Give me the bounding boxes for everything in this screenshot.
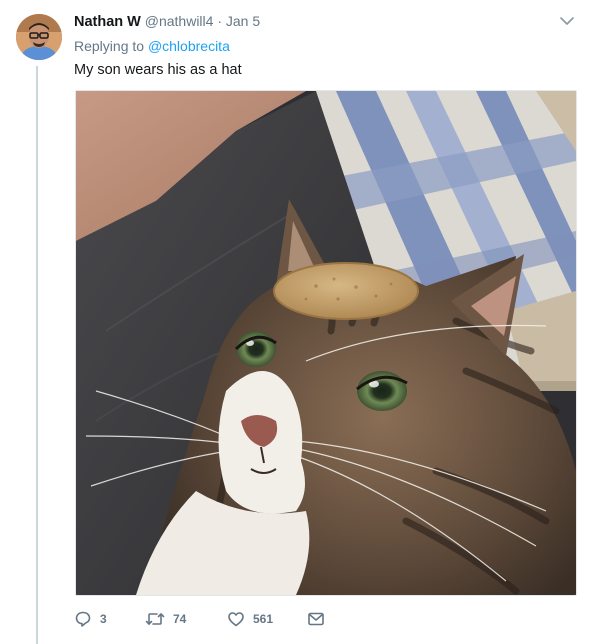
reply-icon	[74, 610, 92, 628]
replying-to: Replying to @chlobrecita	[74, 38, 230, 54]
retweet-button[interactable]: 74	[145, 610, 227, 628]
thread-line	[36, 66, 38, 644]
like-count: 561	[253, 612, 274, 626]
like-button[interactable]: 561	[227, 610, 307, 628]
retweet-icon	[145, 610, 165, 628]
retweet-count: 74	[173, 612, 187, 626]
reply-count: 3	[100, 612, 107, 626]
envelope-icon	[307, 610, 325, 628]
tweet[interactable]: Nathan W @nathwill4 · Jan 5 Replying to …	[0, 0, 594, 644]
tweet-header: Nathan W @nathwill4 · Jan 5	[74, 12, 260, 31]
tweet-date[interactable]: Jan 5	[226, 13, 260, 29]
tweet-actions: 3 74 561	[74, 608, 325, 630]
tweet-photo[interactable]	[75, 90, 577, 596]
user-handle[interactable]: @nathwill4	[145, 13, 214, 29]
separator-dot: ·	[217, 13, 222, 29]
reply-button[interactable]: 3	[74, 610, 145, 628]
display-name[interactable]: Nathan W	[74, 14, 141, 30]
heart-icon	[227, 610, 245, 628]
replying-to-handle[interactable]: @chlobrecita	[148, 38, 230, 54]
avatar[interactable]	[16, 14, 62, 60]
replying-to-label: Replying to	[74, 38, 145, 54]
tweet-text: My son wears his as a hat	[74, 62, 242, 78]
direct-message-button[interactable]	[307, 610, 325, 628]
chevron-down-icon[interactable]	[558, 12, 576, 30]
